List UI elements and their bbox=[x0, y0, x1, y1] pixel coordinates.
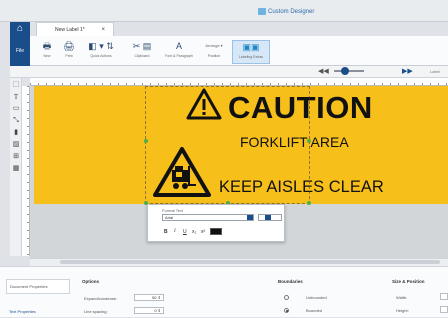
title-bar bbox=[0, 0, 448, 22]
expand-condense-input[interactable]: 50 ⇕ bbox=[134, 294, 164, 301]
home-icon: ⌂ bbox=[16, 23, 24, 34]
options-heading: Options bbox=[82, 279, 99, 284]
table-tool-icon[interactable]: ▦ bbox=[11, 164, 21, 174]
labeling-extras-button[interactable]: ▣▣ Labeling Extras bbox=[232, 40, 270, 64]
barcode-tool-icon[interactable]: ▮ bbox=[11, 128, 21, 138]
clipboard-icon: ✂ ▤ bbox=[132, 41, 152, 51]
properties-panel: Document Properties Text Properties Opti… bbox=[0, 266, 448, 317]
width-input[interactable] bbox=[440, 293, 448, 300]
app-logo-icon bbox=[258, 8, 266, 15]
expand-condense-label: Expand/condense: bbox=[84, 296, 118, 301]
resize-handle-bottom-right[interactable] bbox=[307, 201, 311, 205]
unbounded-radio[interactable] bbox=[284, 295, 289, 300]
shape-tool-icon[interactable]: ▭ bbox=[11, 104, 21, 114]
chevron-down-icon[interactable] bbox=[247, 215, 253, 220]
line-tool-icon[interactable]: ⤡ bbox=[11, 116, 21, 126]
size-position-heading: Size & Position bbox=[392, 279, 425, 284]
prev-arrow-icon[interactable]: ◀◀ bbox=[318, 67, 329, 75]
font-icon: A bbox=[175, 41, 182, 51]
width-label: Width: bbox=[396, 295, 408, 300]
labeling-extras-icon: ▣▣ bbox=[242, 42, 260, 52]
quick-actions-button[interactable]: ◧ ▾ ⇅ Quick Actions bbox=[82, 40, 120, 64]
tool-sidebar: ⬚ T ▭ ⤡ ▮ ▨ ⊞ ▦ bbox=[10, 78, 22, 256]
line-spacing-input[interactable]: 0 ⇕ bbox=[134, 307, 164, 314]
arrange-button[interactable]: Arrange ▾ Position bbox=[200, 40, 228, 64]
nav-label: Label bbox=[430, 69, 440, 74]
symbol-tool-icon[interactable]: ⊞ bbox=[11, 152, 21, 162]
slider-thumb[interactable] bbox=[341, 67, 349, 75]
italic-button[interactable]: I bbox=[174, 229, 176, 234]
tab-new-label[interactable]: New Label 1* × bbox=[36, 22, 114, 36]
popup-title: Format Text bbox=[162, 208, 184, 213]
tab-document-properties[interactable]: Document Properties bbox=[6, 279, 70, 294]
boundaries-heading: Boundaries bbox=[278, 279, 303, 284]
zoom-slider[interactable] bbox=[334, 70, 364, 72]
new-icon: 🖶 bbox=[42, 41, 52, 51]
bounded-label: Bounded bbox=[306, 308, 323, 313]
line-spacing-label: Line spacing: bbox=[84, 309, 108, 314]
app-title: Custom Designer bbox=[268, 9, 315, 15]
underline-button[interactable]: U bbox=[183, 229, 187, 235]
print-button[interactable]: 🖨 Print bbox=[60, 40, 78, 64]
font-family-select[interactable]: Arial bbox=[162, 214, 254, 221]
tab-label: New Label 1* bbox=[55, 27, 85, 33]
bounded-radio[interactable] bbox=[284, 308, 289, 313]
resize-handle-left[interactable] bbox=[144, 139, 148, 143]
format-text-popup: Format Text Arial B I U x₂ x² bbox=[147, 204, 285, 242]
font-color-picker[interactable] bbox=[210, 228, 222, 235]
height-input[interactable] bbox=[440, 306, 448, 313]
unbounded-label: Unbounded bbox=[306, 295, 327, 300]
image-tool-icon[interactable]: ▨ bbox=[11, 140, 21, 150]
navigation-bar bbox=[10, 66, 448, 78]
scrollbar-thumb[interactable] bbox=[60, 260, 440, 264]
close-tab-icon[interactable]: × bbox=[101, 23, 105, 37]
bold-button[interactable]: B bbox=[164, 229, 168, 235]
horizontal-ruler bbox=[30, 78, 448, 86]
print-icon: 🖨 bbox=[63, 41, 75, 51]
text-tool-icon[interactable]: T bbox=[11, 92, 21, 102]
new-button[interactable]: 🖶 New bbox=[38, 40, 56, 64]
tab-text-properties[interactable]: Text Properties bbox=[6, 305, 70, 318]
file-button[interactable]: File bbox=[10, 36, 30, 66]
resize-handle-right[interactable] bbox=[307, 139, 311, 143]
home-button[interactable]: ⌂ bbox=[10, 22, 30, 36]
next-arrow-icon[interactable]: ▶▶ bbox=[402, 67, 413, 75]
subscript-button[interactable]: x₂ bbox=[192, 229, 196, 235]
font-size-select[interactable] bbox=[258, 214, 282, 221]
font-paragraph-button[interactable]: A Font & Paragraph bbox=[162, 40, 196, 64]
select-tool-icon[interactable]: ⬚ bbox=[11, 80, 21, 90]
vertical-ruler bbox=[22, 86, 30, 256]
selection-box[interactable] bbox=[144, 86, 311, 205]
quick-actions-icon: ◧ ▾ ⇅ bbox=[88, 41, 114, 51]
height-label: Height: bbox=[396, 308, 409, 313]
superscript-button[interactable]: x² bbox=[201, 229, 205, 235]
clipboard-button[interactable]: ✂ ▤ Clipboard bbox=[124, 40, 160, 64]
chevron-down-icon[interactable] bbox=[265, 215, 271, 220]
